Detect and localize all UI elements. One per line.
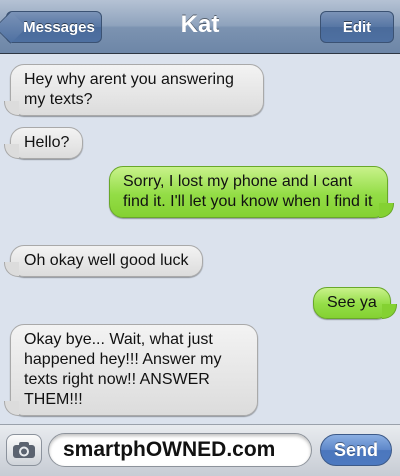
back-button-label: Messages [23,18,95,36]
message-bubble-received[interactable]: Okay bye... Wait, what just happened hey… [10,324,258,416]
navigation-bar: Messages Kat Edit [0,0,400,54]
message-input[interactable]: smartphOWNED.com [48,433,312,467]
message-composer: smartphOWNED.com Send [0,424,400,476]
camera-icon [13,442,35,458]
message-bubble-received[interactable]: Hey why arent you answering my texts? [10,64,264,116]
message-bubble-sent[interactable]: See ya [313,287,397,319]
send-button[interactable]: Send [320,434,392,466]
message-bubble-received[interactable]: Oh okay well good luck [10,245,203,277]
message-bubble-received[interactable]: Hello? [10,127,84,159]
edit-button[interactable]: Edit [320,11,394,43]
message-bubble-sent[interactable]: Sorry, I lost my phone and I cant find i… [109,166,394,218]
camera-button[interactable] [6,434,42,466]
